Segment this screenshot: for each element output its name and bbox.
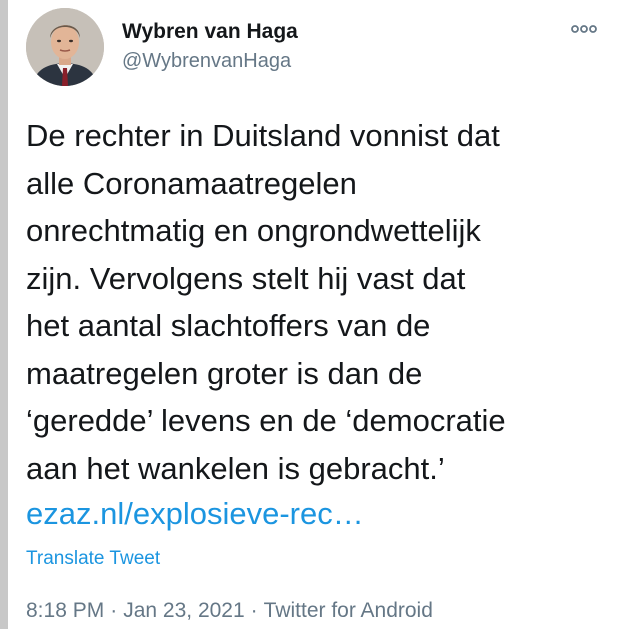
tweet-source[interactable]: Twitter for Android [264, 599, 433, 622]
tweet-text-line: maatregelen groter is dan de [26, 355, 423, 391]
tweet-date[interactable]: Jan 23, 2021 [123, 599, 244, 622]
tweet-text-line: alle Coronamaatregelen [26, 165, 357, 201]
tweet-text-line: het aantal slachtoffers van de [26, 308, 431, 343]
author-handle[interactable]: @WybrenvanHaga [122, 50, 291, 73]
author-name[interactable]: Wybren van Haga [122, 20, 298, 44]
tweet-time[interactable]: 8:18 PM [26, 599, 104, 622]
tweet-text-line: aan het wankelen is gebracht.’ [26, 450, 445, 486]
translate-tweet-button[interactable]: Translate Tweet [26, 548, 160, 570]
tweet-meta: 8:18 PM · Jan 23, 2021 · Twitter for Android [26, 599, 433, 623]
tweet-text-line: zijn. Vervolgens stelt hij vast dat [26, 260, 466, 296]
tweet-text: De rechter in Duitsland vonnist dat alle… [26, 112, 601, 492]
more-options-icon[interactable] [571, 22, 597, 34]
tweet-text-line: De rechter in Duitsland vonnist dat [26, 118, 500, 153]
left-edge-divider [0, 0, 8, 629]
meta-separator: · [250, 599, 258, 622]
tweet-text-line: onrechtmatig en ongrondwettelijk [26, 213, 481, 248]
avatar-portrait-image [26, 8, 104, 86]
meta-separator: · [110, 599, 118, 622]
tweet-card: Wybren van Haga @WybrenvanHaga De rechte… [26, 8, 603, 629]
tweet-text-line: ‘geredde’ levens en de ‘democratie [26, 403, 506, 438]
tweet-link[interactable]: ezaz.nl/explosieve-rec… [26, 494, 364, 534]
avatar[interactable] [26, 8, 104, 86]
